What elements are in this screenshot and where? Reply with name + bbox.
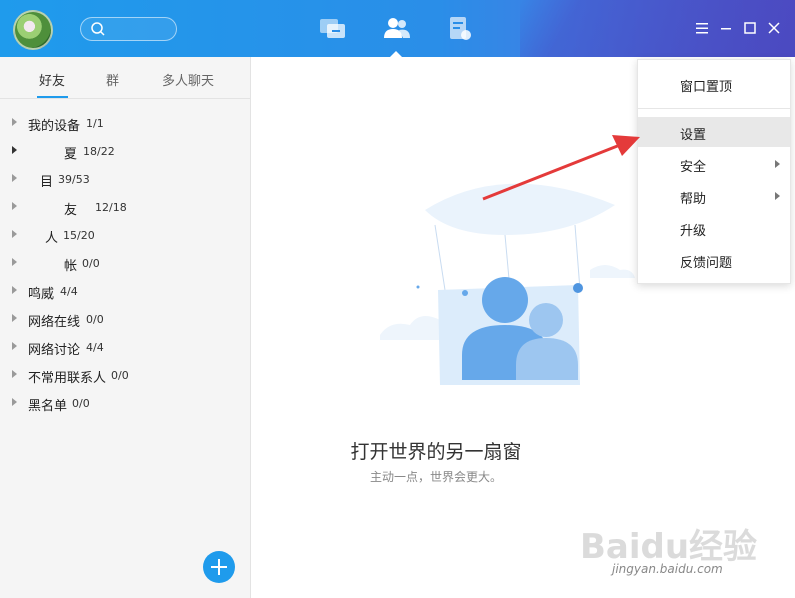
expand-arrow-icon — [12, 286, 17, 294]
expand-arrow-icon — [12, 174, 17, 182]
group-name: 鸣威 — [28, 287, 55, 302]
contact-group[interactable]: 网络讨论 4/4 — [0, 333, 250, 361]
menu-item-label: 帮助 — [680, 192, 707, 207]
menu-item-label: 升级 — [680, 224, 707, 239]
watermark-url: jingyan.baidu.com — [612, 562, 723, 576]
contact-group[interactable]: 黑名单 0/0 — [0, 389, 250, 417]
main-menu-dropdown: 窗口置顶 设置 安全 帮助 升级 反馈问题 — [637, 59, 791, 284]
group-count: 18/22 — [83, 145, 115, 158]
expand-arrow-icon — [12, 314, 17, 322]
expand-arrow-icon — [12, 342, 17, 350]
contacts-icon[interactable] — [382, 14, 412, 44]
group-name: 帐 — [64, 259, 78, 274]
menu-item-security[interactable]: 安全 — [638, 149, 790, 179]
tab-multi-chat[interactable]: 多人聊天 — [162, 70, 214, 89]
submenu-arrow-icon — [775, 160, 780, 168]
contact-group[interactable]: 夏 18/22 — [0, 137, 250, 165]
watermark-logo-text: Baidu经验 — [580, 527, 757, 567]
contacts-sidebar: 好友 群 多人聊天 我的设备 1/1 夏 18/22 目 39/53 友 12/… — [0, 57, 251, 598]
contact-group[interactable]: 人 15/20 — [0, 221, 250, 249]
group-count: 0/0 — [86, 313, 104, 326]
search-icon — [91, 22, 105, 36]
contact-group[interactable]: 鸣威 4/4 — [0, 277, 250, 305]
menu-item-upgrade[interactable]: 升级 — [638, 213, 790, 243]
document-icon[interactable] — [445, 14, 475, 44]
group-name: 不常用联系人 — [28, 371, 107, 386]
menu-item-label: 设置 — [680, 128, 707, 143]
menu-item-help[interactable]: 帮助 — [638, 181, 790, 211]
menu-item-label: 窗口置顶 — [680, 80, 733, 95]
menu-item-settings[interactable]: 设置 — [638, 117, 790, 147]
search-input[interactable] — [80, 17, 177, 41]
group-count: 1/1 — [86, 117, 104, 130]
menu-separator — [638, 108, 790, 109]
menu-icon[interactable] — [694, 20, 710, 36]
contact-group[interactable]: 不常用联系人 0/0 — [0, 361, 250, 389]
empty-state-subtitle: 主动一点，世界会更大。 — [369, 470, 502, 484]
title-bar — [0, 0, 795, 57]
tab-groups[interactable]: 群 — [106, 70, 119, 89]
group-name: 友 — [64, 203, 78, 218]
group-name: 夏 — [64, 147, 78, 162]
sidebar-tabs: 好友 群 多人聊天 — [0, 57, 250, 99]
close-icon[interactable] — [766, 20, 782, 36]
contact-group[interactable]: 我的设备 1/1 — [0, 109, 250, 137]
expand-arrow-icon — [12, 202, 17, 210]
group-name: 目 — [40, 175, 54, 190]
menu-item-always-on-top[interactable]: 窗口置顶 — [638, 69, 790, 99]
group-count: 0/0 — [111, 369, 129, 382]
submenu-arrow-icon — [775, 192, 780, 200]
tab-friends[interactable]: 好友 — [39, 70, 65, 89]
maximize-icon[interactable] — [742, 20, 758, 36]
group-name: 网络在线 — [28, 315, 81, 330]
expand-arrow-icon — [12, 118, 17, 126]
empty-state-title: 打开世界的另一扇窗 — [350, 441, 522, 463]
group-count: 4/4 — [86, 341, 104, 354]
menu-item-feedback[interactable]: 反馈问题 — [638, 245, 790, 275]
group-name: 人 — [45, 231, 59, 246]
expand-arrow-icon — [12, 370, 17, 378]
minimize-icon[interactable] — [718, 20, 734, 36]
baidu-watermark-logo: Baidu经验 — [580, 527, 757, 567]
contact-group[interactable]: 网络在线 0/0 — [0, 305, 250, 333]
hot-air-balloon-illustration — [380, 183, 635, 385]
menu-item-label: 安全 — [680, 160, 707, 175]
contact-group[interactable]: 友 12/18 — [0, 193, 250, 221]
chat-icon[interactable] — [318, 14, 348, 44]
avatar[interactable] — [13, 10, 53, 50]
menu-item-label: 反馈问题 — [680, 256, 733, 271]
expand-arrow-icon — [12, 258, 17, 266]
group-name: 黑名单 — [28, 399, 68, 414]
contact-group[interactable]: 目 39/53 — [0, 165, 250, 193]
group-name: 我的设备 — [28, 119, 81, 134]
active-tab-underline — [37, 96, 68, 98]
expand-arrow-icon — [12, 230, 17, 238]
group-count: 12/18 — [95, 201, 127, 214]
expand-arrow-icon — [12, 398, 17, 406]
group-name: 网络讨论 — [28, 343, 81, 358]
group-count: 0/0 — [72, 397, 90, 410]
group-count: 15/20 — [63, 229, 95, 242]
group-count: 0/0 — [82, 257, 100, 270]
group-count: 39/53 — [58, 173, 90, 186]
contact-group[interactable]: 帐 0/0 — [0, 249, 250, 277]
add-contact-button[interactable] — [203, 551, 235, 583]
group-count: 4/4 — [60, 285, 78, 298]
expand-arrow-icon — [12, 146, 17, 154]
